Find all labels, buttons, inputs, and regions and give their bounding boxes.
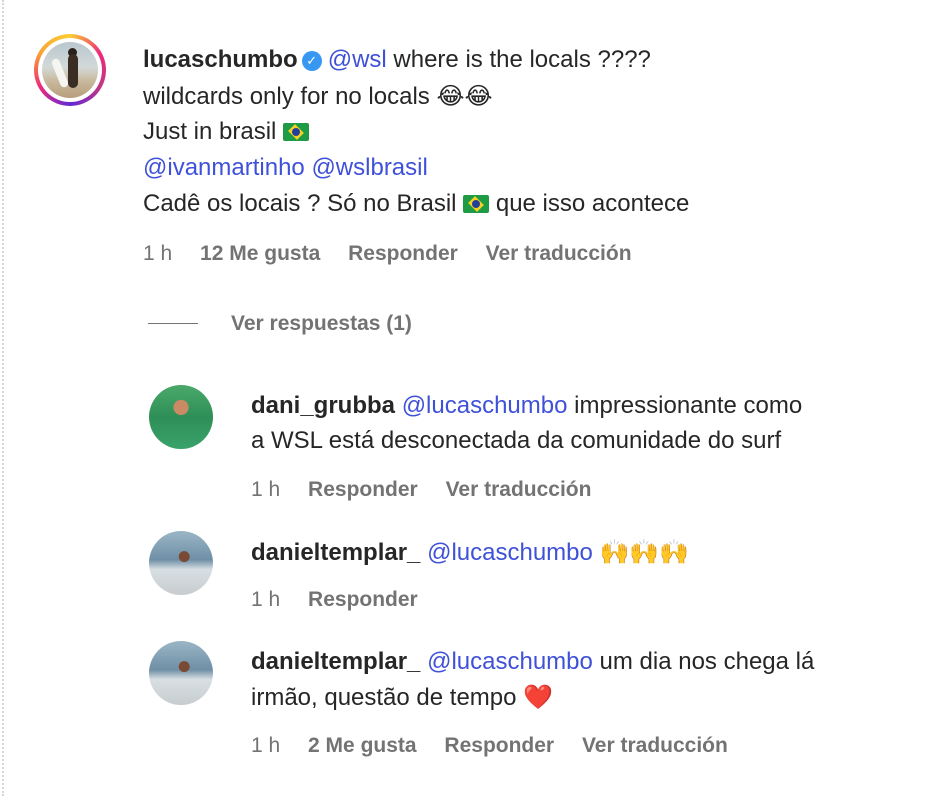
translate-button[interactable]: Ver traducción [486, 242, 632, 265]
story-ring-avatar[interactable] [34, 34, 106, 106]
reply1-mention[interactable]: @lucaschumbo [402, 392, 568, 419]
main-comment-line3: Just in brasil [143, 114, 310, 150]
reply3-username[interactable]: danieltemplar_ [251, 648, 420, 675]
reply1-meta: 1 h Responder Ver traducción [251, 477, 613, 503]
timestamp[interactable]: 1 h [251, 734, 280, 757]
surfboard-graphic [50, 57, 70, 89]
main-mention-wsl[interactable]: @wsl [328, 46, 387, 73]
timestamp[interactable]: 1 h [251, 588, 280, 611]
reply-avatar-dani-grubba[interactable] [149, 385, 213, 449]
mention-wslbrasil[interactable]: @wslbrasil [311, 154, 427, 181]
reply-button[interactable]: Responder [308, 478, 418, 501]
replies-divider-line [148, 323, 198, 324]
main-line1-text: where is the locals ???? [393, 46, 651, 73]
reply-button[interactable]: Responder [348, 242, 458, 265]
avatar [42, 42, 98, 98]
reply2-meta: 1 h Responder [251, 587, 440, 613]
main-comment-meta: 1 h 12 Me gusta Responder Ver traducción [143, 241, 654, 267]
heart-emoji-icon: ❤️ [523, 683, 554, 711]
reply2-username[interactable]: danieltemplar_ [251, 539, 420, 566]
verified-badge-icon: ✓ [301, 51, 322, 71]
reply1-line1: dani_grubba @lucaschumbo impressionante … [251, 388, 802, 424]
main-line2-text: wildcards only for no locals [143, 83, 430, 110]
main-line3-text: Just in brasil [143, 118, 277, 145]
reply-avatar-danieltemplar[interactable] [149, 641, 213, 705]
reply3-mention[interactable]: @lucaschumbo [427, 648, 593, 675]
avatar-ring-inner [38, 38, 102, 102]
translate-button[interactable]: Ver traducción [582, 734, 728, 757]
reply1-username[interactable]: dani_grubba [251, 392, 395, 419]
main-line5-text-b: que isso acontece [495, 190, 690, 217]
brazil-flag-icon [463, 195, 490, 213]
surfer-body-graphic [68, 54, 78, 88]
reply2-line1: danieltemplar_ @lucaschumbo 🙌🙌🙌 [251, 534, 689, 571]
reply3-line1-text: um dia nos chega lá [599, 648, 815, 675]
translate-button[interactable]: Ver traducción [446, 478, 592, 501]
dotted-left-border [2, 0, 5, 796]
reply-button[interactable]: Responder [444, 734, 554, 757]
reply3-line2: irmão, questão de tempo ❤️ [251, 679, 553, 716]
main-comment-line1: lucaschumbo ✓ @wsl where is the locals ???… [143, 42, 651, 78]
main-line5-text-a: Cadê os locais ? Só no Brasil [143, 190, 457, 217]
main-comment-line4: @ivanmartinho @wslbrasil [143, 150, 428, 186]
reply2-mention[interactable]: @lucaschumbo [427, 539, 593, 566]
likes-count[interactable]: 12 Me gusta [200, 242, 320, 265]
view-replies-button[interactable]: Ver respuestas (1) [231, 311, 412, 337]
mention-ivanmartinho[interactable]: @ivanmartinho [143, 154, 305, 181]
reply3-line2-text: irmão, questão de tempo [251, 684, 517, 711]
timestamp[interactable]: 1 h [143, 242, 172, 265]
reply-button[interactable]: Responder [308, 588, 418, 611]
brazil-flag-icon [283, 123, 310, 141]
reply3-line1: danieltemplar_ @lucaschumbo um dia nos c… [251, 644, 814, 680]
reply-avatar-danieltemplar[interactable] [149, 531, 213, 595]
main-comment-line2: wildcards only for no locals 😂😂 [143, 78, 493, 115]
raising-hands-emoji-icon: 🙌🙌🙌 [599, 538, 690, 566]
reply1-line2: a WSL está desconectada da comunidade do… [251, 423, 781, 459]
reply1-line2-text: a WSL está desconectada da comunidade do… [251, 427, 782, 454]
main-username[interactable]: lucaschumbo [143, 46, 298, 73]
reply3-meta: 1 h 2 Me gusta Responder Ver traducción [251, 733, 750, 759]
timestamp[interactable]: 1 h [251, 478, 280, 501]
reply1-line1-text: impressionante como [574, 392, 803, 419]
likes-count[interactable]: 2 Me gusta [308, 734, 417, 757]
main-comment-line5: Cadê os locais ? Só no Brasil que isso a… [143, 186, 689, 222]
laughing-emoji-icon: 😂😂 [436, 82, 493, 110]
